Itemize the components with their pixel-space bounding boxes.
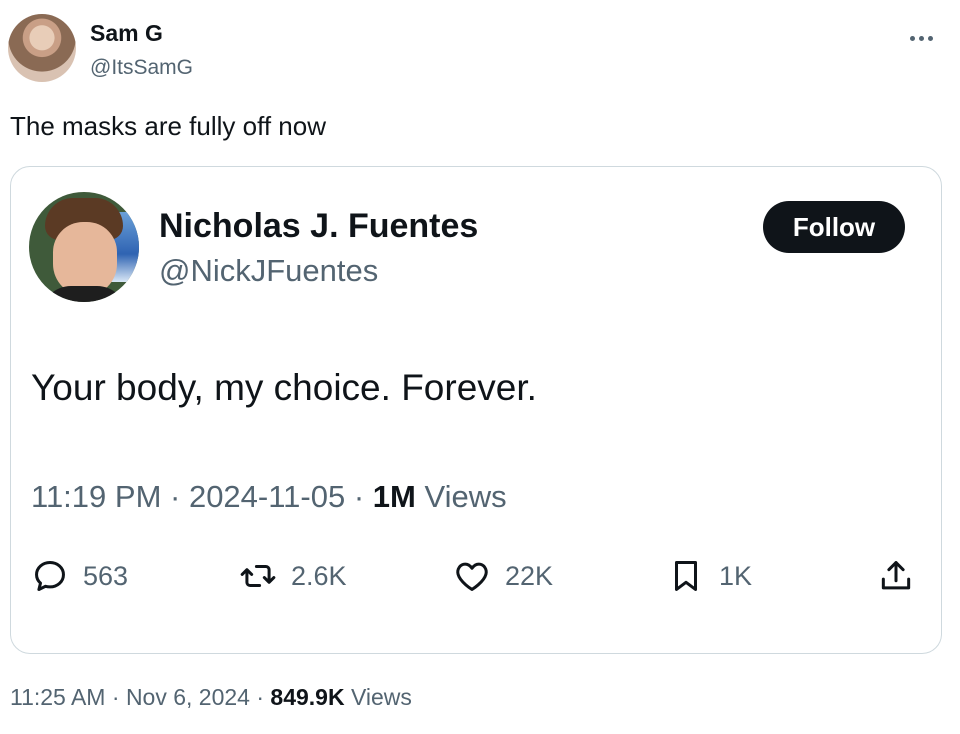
like-count: 22K [505,560,554,591]
follow-button[interactable]: Follow [763,201,905,253]
quoted-views-label: Views [424,479,507,514]
author-handle[interactable]: @ItsSamG [90,56,193,80]
outer-views-label: Views [350,684,412,710]
avatar[interactable] [8,14,76,82]
outer-tweet-header: Sam G @ItsSamG [8,14,952,84]
quoted-avatar[interactable] [29,192,139,302]
outer-date[interactable]: Nov 6, 2024 [126,684,250,710]
outer-tweet-meta: 11:25 AM · Nov 6, 2024 · 849.9K Views [10,684,412,710]
bookmark-count: 1K [719,560,753,591]
share-icon [881,561,911,590]
quoted-tweet-text: Your body, my choice. Forever. [31,367,537,408]
quoted-time[interactable]: 11:19 PM [31,479,161,514]
like-button[interactable]: 22K [453,557,553,595]
quoted-author-name[interactable]: Nicholas J. Fuentes [159,207,478,246]
outer-time[interactable]: 11:25 AM [10,684,105,710]
retweet-icon [240,564,276,588]
bookmark-button[interactable]: 1K [667,557,752,595]
reply-button[interactable]: 563 [31,557,128,595]
author-name[interactable]: Sam G [90,20,163,47]
quoted-tweet-card[interactable]: Nicholas J. Fuentes @NickJFuentes Follow… [10,166,942,654]
reply-icon [35,561,65,591]
quoted-views-count: 1M [372,479,416,514]
share-button[interactable] [877,557,915,595]
quoted-date[interactable]: 2024-11-05 [189,479,345,514]
quoted-author-handle[interactable]: @NickJFuentes [159,253,378,289]
reply-count: 563 [83,560,129,591]
more-horizontal-icon[interactable] [910,28,940,41]
quoted-tweet-meta: 11:19 PM · 2024-11-05 · 1M Views [31,479,507,514]
tweet-text: The masks are fully off now [10,111,326,141]
outer-views-count: 849.9K [270,684,345,710]
retweet-button[interactable]: 2.6K [239,557,347,595]
heart-icon [456,562,488,591]
bookmark-icon [674,561,698,591]
retweet-count: 2.6K [291,560,347,591]
